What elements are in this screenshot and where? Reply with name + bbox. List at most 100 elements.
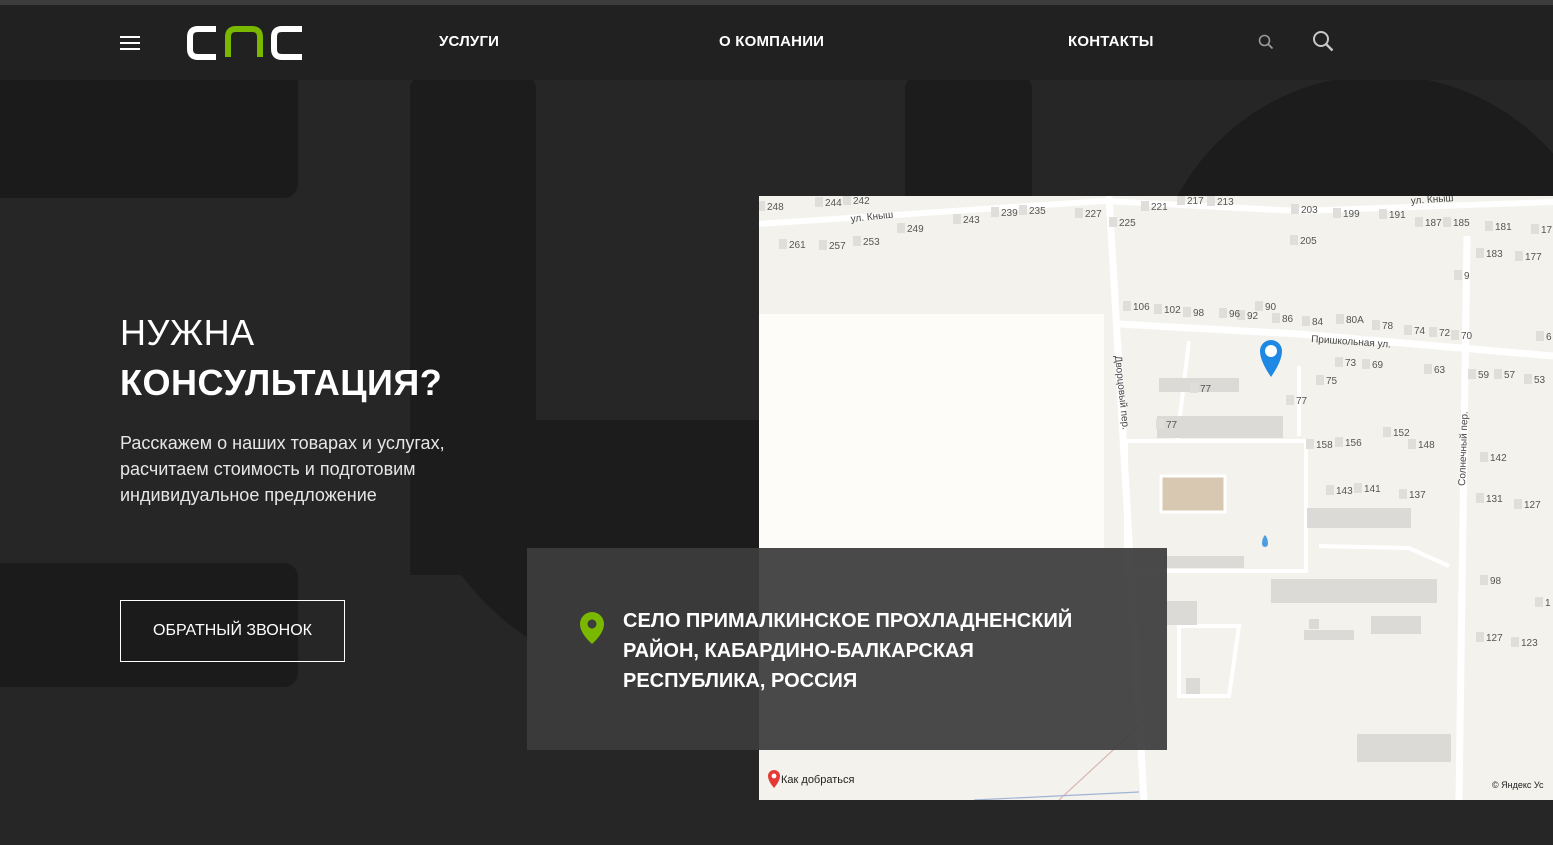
house-number-label: 187	[1425, 218, 1442, 229]
house-number-label: 127	[1486, 633, 1503, 644]
map-building	[853, 236, 861, 246]
map-building	[1408, 439, 1416, 449]
route-link[interactable]: Как добраться	[767, 770, 854, 790]
house-number-label: 106	[1133, 302, 1150, 313]
map-building	[1177, 196, 1185, 205]
map-building	[1399, 489, 1407, 499]
map-building	[1207, 196, 1215, 206]
map-building	[1291, 204, 1299, 214]
map-building	[1272, 313, 1280, 323]
map-building	[1429, 327, 1437, 337]
hero-title-line2: КОНСУЛЬТАЦИЯ?	[120, 362, 443, 403]
map-building	[1515, 251, 1523, 261]
hero-title-line1: НУЖНА	[120, 312, 255, 353]
map-building	[1316, 375, 1324, 385]
search-icon[interactable]	[1312, 30, 1334, 57]
map-building	[1156, 419, 1164, 429]
map-building	[1531, 224, 1539, 234]
house-number-label: 148	[1418, 440, 1435, 451]
map-building	[897, 223, 905, 233]
nav-contacts[interactable]: КОНТАКТЫ	[1068, 33, 1154, 50]
map-building	[1335, 357, 1343, 367]
house-number-label: 141	[1364, 484, 1381, 495]
house-number-label: 73	[1345, 358, 1357, 369]
map-building	[1480, 452, 1488, 462]
street-label: Солнечный пер.	[1457, 411, 1471, 486]
map-building	[1075, 208, 1083, 218]
map-building	[1524, 374, 1532, 384]
house-number-label: 261	[789, 240, 806, 251]
map-building	[819, 240, 827, 250]
house-number-label: 181	[1495, 222, 1512, 233]
map-building	[1454, 270, 1462, 280]
house-number-label: 98	[1193, 308, 1205, 319]
nav-services[interactable]: УСЛУГИ	[439, 33, 499, 50]
location-pin-icon[interactable]	[1260, 340, 1282, 377]
house-number-label: 142	[1490, 453, 1507, 464]
house-number-label: 86	[1282, 314, 1294, 325]
callback-button[interactable]: ОБРАТНЫЙ ЗВОНОК	[120, 600, 345, 662]
map-building	[1333, 208, 1341, 218]
map-building	[1255, 301, 1263, 311]
house-number-label: 90	[1265, 302, 1277, 313]
house-number-label: 158	[1316, 440, 1333, 451]
menu-icon[interactable]	[120, 36, 140, 50]
map-building	[1362, 359, 1370, 369]
house-number-label: 17	[1541, 225, 1553, 236]
house-number-label: 191	[1389, 210, 1406, 221]
site-logo[interactable]	[186, 25, 306, 66]
house-number-label: 98	[1490, 576, 1502, 587]
house-number-label: 183	[1486, 249, 1503, 260]
map-building	[1336, 314, 1344, 324]
map-building	[1335, 437, 1343, 447]
map-building	[1443, 217, 1451, 227]
map-building	[1535, 597, 1543, 607]
house-number-label: 84	[1312, 317, 1324, 328]
background-shape	[0, 80, 298, 198]
map-building	[1476, 493, 1484, 503]
house-number-label: 96	[1229, 309, 1241, 320]
house-number-label: 74	[1414, 326, 1426, 337]
map-building	[1290, 235, 1298, 245]
address-text: СЕЛО ПРИМАЛКИНСКОЕ ПРОХЛАДНЕНСКИЙ РАЙОН,…	[623, 610, 1073, 692]
house-number-label: 63	[1434, 365, 1446, 376]
house-number-label: 127	[1524, 500, 1541, 511]
hero-description: Расскажем о наших товарах и услугах, рас…	[120, 433, 445, 505]
house-number-label: 156	[1345, 438, 1362, 449]
map-building	[991, 207, 999, 217]
nav-about[interactable]: О КОМПАНИИ	[719, 33, 824, 50]
house-number-label: 143	[1336, 486, 1353, 497]
street-label: Пришкольная ул.	[1311, 334, 1391, 351]
house-number-label: 70	[1461, 331, 1473, 342]
house-number-label: 77	[1166, 420, 1178, 431]
map-building	[1480, 575, 1488, 585]
house-number-label: 244	[825, 198, 842, 209]
map-building	[815, 197, 823, 207]
house-number-label: 199	[1343, 209, 1360, 220]
map-building	[1019, 205, 1027, 215]
map-building	[1468, 369, 1476, 379]
house-number-label: 131	[1486, 494, 1503, 505]
map-building	[1306, 439, 1314, 449]
search-icon[interactable]	[1258, 34, 1274, 55]
house-number-label: 239	[1001, 208, 1018, 219]
map-building	[1154, 304, 1162, 314]
map-building	[1476, 632, 1484, 642]
map-building	[953, 214, 961, 224]
house-number-label: 221	[1151, 202, 1168, 213]
map-building	[1404, 325, 1412, 335]
house-number-label: 177	[1525, 252, 1542, 263]
house-number-label: 53	[1534, 375, 1546, 386]
house-number-label: 235	[1029, 206, 1046, 217]
house-number-label: 1	[1545, 598, 1551, 609]
map-building	[1536, 331, 1544, 341]
map-building	[1485, 221, 1493, 231]
map-building	[1183, 307, 1191, 317]
house-number-label: 6	[1546, 332, 1552, 343]
water-drop-icon	[1262, 535, 1268, 547]
map-building	[1109, 217, 1117, 227]
house-number-label: 248	[767, 202, 784, 213]
house-number-label: 102	[1164, 305, 1181, 316]
house-number-label: 78	[1382, 321, 1394, 332]
house-number-label: 227	[1085, 209, 1102, 220]
